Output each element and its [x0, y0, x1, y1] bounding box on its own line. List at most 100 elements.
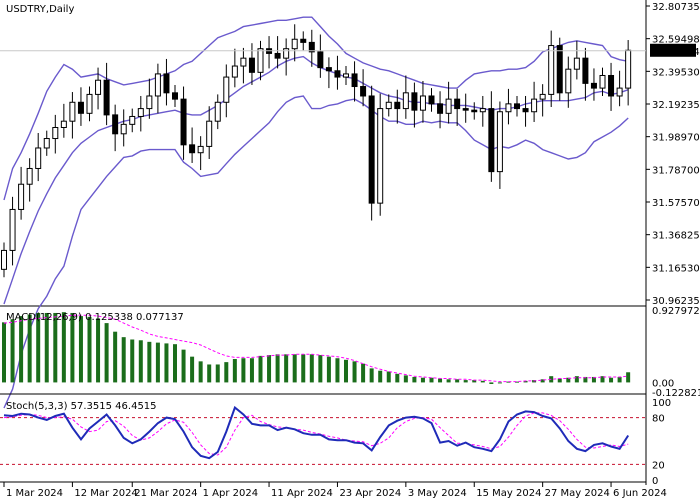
price-tick-label: 31.36825 — [652, 231, 700, 242]
candle — [300, 31, 307, 51]
price-tick-label: 31.16530 — [652, 263, 700, 274]
candle-body-down — [428, 95, 435, 105]
macd-histogram-bar — [438, 378, 443, 383]
candle — [60, 103, 67, 138]
price-tick-label: 32.19235 — [652, 100, 700, 111]
candle-body-up — [1, 249, 7, 270]
stochastic-panel: 100 80 20 0 Stoch(5,3,3) 57.3515 46.4515 — [0, 398, 671, 487]
candle — [625, 40, 632, 106]
candle — [129, 108, 136, 133]
macd-histogram-bar — [249, 358, 254, 383]
candle — [43, 130, 50, 156]
stochastic-k-line — [3, 405, 630, 460]
price-tick-label: 31.98970 — [652, 133, 700, 144]
candle — [514, 95, 520, 117]
candle — [488, 91, 495, 182]
macd-histogram-bar — [463, 380, 468, 383]
candle — [496, 101, 503, 189]
macd-histogram-bar — [275, 354, 280, 383]
candle-body-down — [317, 51, 324, 69]
candle-body-up — [35, 147, 42, 169]
price-tick-label: 32.39530 — [652, 67, 700, 78]
candle-body-down — [522, 108, 529, 113]
stochastic-tick-label: 0 — [652, 476, 658, 487]
macd-histogram-bar — [326, 356, 331, 383]
candle-body-down — [274, 52, 281, 59]
macd-histogram-bar — [96, 318, 101, 383]
candle-body-down — [590, 82, 597, 89]
candle — [522, 95, 529, 127]
macd-histogram-bar — [215, 364, 220, 383]
time-axis: 1 Mar 2024 12 Mar 202421 Mar 2024 1 Apr 20… — [3, 482, 667, 499]
candle-body-up — [573, 57, 580, 70]
candle — [556, 37, 563, 101]
candle-body-down — [172, 92, 178, 100]
time-tick-label: 1 Mar 2024 — [6, 488, 63, 499]
macd-histogram-bar — [198, 361, 203, 383]
candle-body-up — [60, 120, 67, 128]
chart-title: USDTRY,Daily — [6, 4, 74, 15]
price-tick-label: 31.78700 — [652, 165, 700, 176]
macd-histogram-bar — [2, 322, 6, 383]
macd-histogram-bar — [27, 314, 32, 383]
candle-body-up — [291, 38, 298, 50]
macd-histogram-bar — [44, 312, 49, 383]
candle-body-up — [43, 138, 50, 149]
candle-body-up — [146, 95, 153, 110]
macd-panel: 0.9279720.00-0.122821 MACD(12,26,9) 0.12… — [0, 306, 700, 399]
candle — [462, 93, 469, 123]
candle-body-down — [248, 57, 255, 73]
candle — [471, 102, 478, 120]
candle — [112, 104, 119, 152]
candle-body-up — [137, 108, 144, 117]
candle — [505, 88, 512, 125]
candle-body-up — [548, 45, 555, 95]
candle-body-up — [402, 92, 409, 110]
candle-body-up — [377, 108, 384, 204]
macd-histogram-bar — [335, 358, 340, 383]
candle — [454, 88, 461, 126]
macd-histogram-bar — [412, 376, 417, 383]
candle-body-up — [9, 208, 16, 251]
candle — [18, 166, 25, 220]
time-tick-label: 27 May 2024 — [545, 488, 610, 499]
candle — [479, 95, 486, 127]
candle — [35, 133, 42, 182]
candle — [437, 91, 444, 129]
candle — [590, 68, 597, 101]
candle-body-up — [52, 126, 59, 140]
candle — [360, 69, 367, 107]
stochastic-axis: 100 80 20 0 — [652, 398, 671, 487]
macd-histogram-bar — [19, 316, 24, 383]
stochastic-level-lines — [0, 417, 646, 465]
macd-histogram-bar — [344, 359, 348, 383]
candle — [248, 43, 255, 85]
candle — [86, 86, 93, 122]
candle-body-up — [26, 167, 33, 185]
candle — [291, 24, 298, 62]
macd-histogram-bar — [121, 337, 126, 383]
candle — [26, 158, 33, 202]
candle — [189, 127, 196, 163]
macd-histogram-bar — [429, 377, 434, 383]
time-tick-label: 21 Mar 2024 — [134, 488, 197, 499]
time-tick-label: 6 Jun 2024 — [613, 488, 667, 499]
candle — [419, 81, 426, 123]
candle-body-up — [69, 101, 76, 122]
trading-chart: 32.8073532.5949832.3953032.1923531.98970… — [0, 0, 700, 499]
macd-histogram-bar — [138, 340, 143, 383]
candle-body-up — [496, 111, 503, 173]
candle-body-down — [462, 108, 469, 111]
macd-histogram-bar — [130, 339, 135, 383]
candle-body-down — [394, 101, 401, 110]
macd-histogram-bar — [318, 355, 323, 383]
candle — [1, 242, 7, 278]
macd-histogram-bar — [53, 312, 58, 383]
price-panel: 32.8073532.5949832.3953032.1923531.98970… — [0, 0, 700, 485]
macd-histogram-bar — [352, 361, 357, 383]
candle — [137, 95, 144, 132]
candle-body-down — [334, 70, 341, 78]
candle-body-up — [283, 48, 290, 59]
candle-body-down — [112, 114, 119, 135]
candlesticks — [1, 24, 632, 278]
